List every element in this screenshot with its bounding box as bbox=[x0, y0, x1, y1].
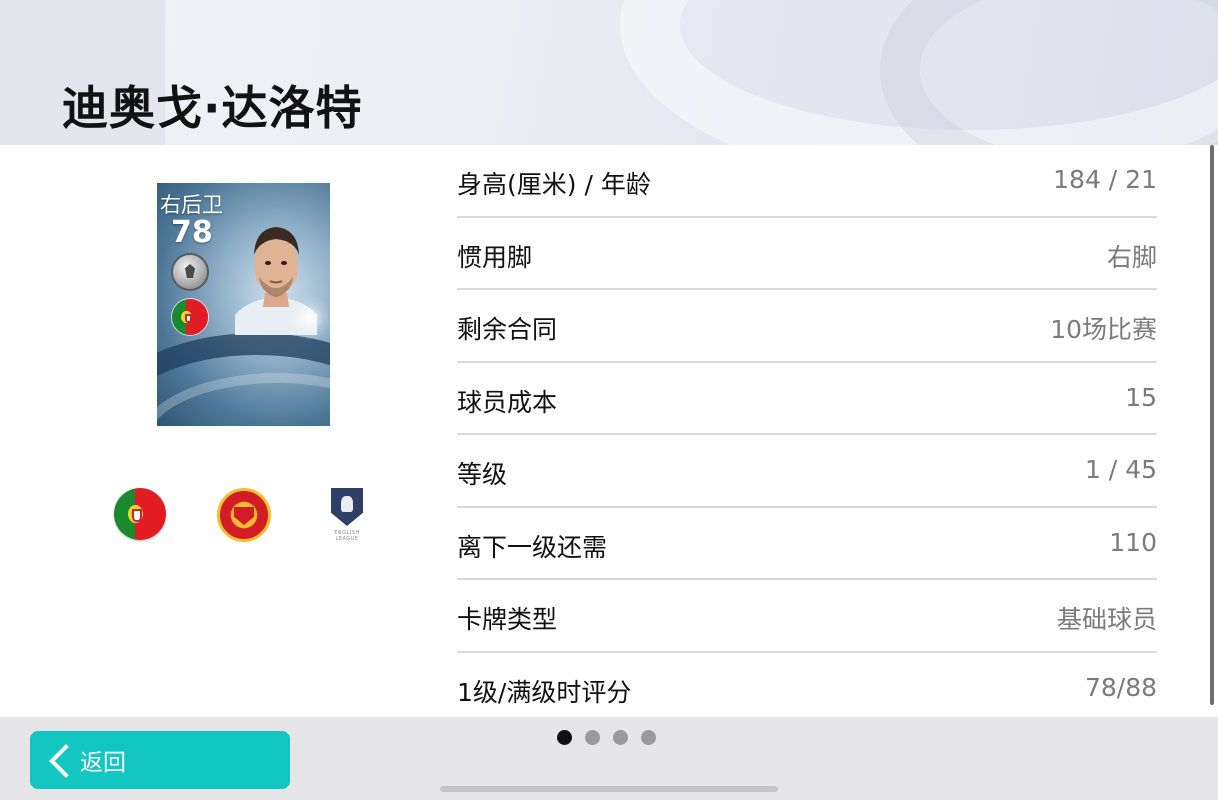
page-dot-1[interactable] bbox=[557, 730, 572, 745]
silver-badge-icon bbox=[171, 253, 209, 291]
stat-label: 身高(厘米) / 年龄 bbox=[457, 170, 651, 199]
stat-value: 15 bbox=[1125, 382, 1157, 412]
stat-row-level: 等级 1 / 45 bbox=[457, 435, 1157, 508]
stat-value: 184 / 21 bbox=[1053, 165, 1157, 194]
page-dot-4[interactable] bbox=[641, 730, 656, 745]
manchester-united-crest-icon[interactable] bbox=[217, 488, 271, 542]
stat-value: 10场比赛 bbox=[1050, 315, 1157, 344]
header: 迪奥戈·达洛特 bbox=[0, 0, 1218, 145]
stat-row-next-level: 离下一级还需 110 bbox=[457, 508, 1157, 580]
stat-label: 离下一级还需 bbox=[457, 532, 608, 562]
stat-label: 卡牌类型 bbox=[457, 605, 558, 634]
stat-row-rating: 1级/满级时评分 78/88 bbox=[457, 653, 1157, 726]
stat-row-card-type: 卡牌类型 基础球员 bbox=[457, 580, 1157, 653]
scrollbar[interactable] bbox=[1210, 145, 1214, 705]
stats-list: 身高(厘米) / 年龄 184 / 21 惯用脚 右脚 剩余合同 10场比赛 球… bbox=[457, 145, 1157, 725]
back-button[interactable]: 返回 bbox=[30, 731, 290, 789]
stat-label: 1级/满级时评分 bbox=[457, 677, 632, 707]
chevron-left-icon bbox=[44, 740, 78, 780]
stat-label: 等级 bbox=[457, 460, 508, 489]
player-card[interactable]: 右后卫 78 bbox=[157, 183, 330, 426]
english-league-icon[interactable]: ENGLISH LEAGUE bbox=[328, 488, 366, 542]
stat-row-preferred-foot: 惯用脚 右脚 bbox=[457, 218, 1157, 290]
stat-value: 78/88 bbox=[1084, 672, 1157, 702]
portugal-flag-icon bbox=[171, 298, 209, 336]
card-rating: 78 bbox=[171, 215, 213, 250]
stat-value: 基础球员 bbox=[1056, 605, 1157, 634]
league-text: ENGLISH LEAGUE bbox=[334, 530, 360, 542]
header-decoration bbox=[880, 0, 1218, 145]
card-shine bbox=[285, 288, 330, 348]
stat-label: 剩余合同 bbox=[457, 315, 558, 344]
page-title: 迪奥戈·达洛特 bbox=[62, 81, 363, 135]
home-indicator[interactable] bbox=[440, 786, 778, 792]
stat-label: 惯用脚 bbox=[457, 242, 533, 272]
page-indicator bbox=[557, 730, 656, 745]
stat-value: 110 bbox=[1109, 527, 1157, 557]
back-button-label: 返回 bbox=[80, 750, 126, 776]
page-dot-3[interactable] bbox=[613, 730, 628, 745]
portugal-flag-icon[interactable] bbox=[114, 488, 166, 540]
stat-value: 右脚 bbox=[1106, 242, 1157, 272]
stat-row-contract: 剩余合同 10场比赛 bbox=[457, 290, 1157, 363]
stat-value: 1 / 45 bbox=[1084, 455, 1157, 484]
league-shield bbox=[331, 488, 363, 526]
stat-row-cost: 球员成本 15 bbox=[457, 363, 1157, 435]
page-dot-2[interactable] bbox=[585, 730, 600, 745]
stat-label: 球员成本 bbox=[457, 387, 558, 417]
stat-row-height-age: 身高(厘米) / 年龄 184 / 21 bbox=[457, 145, 1157, 218]
